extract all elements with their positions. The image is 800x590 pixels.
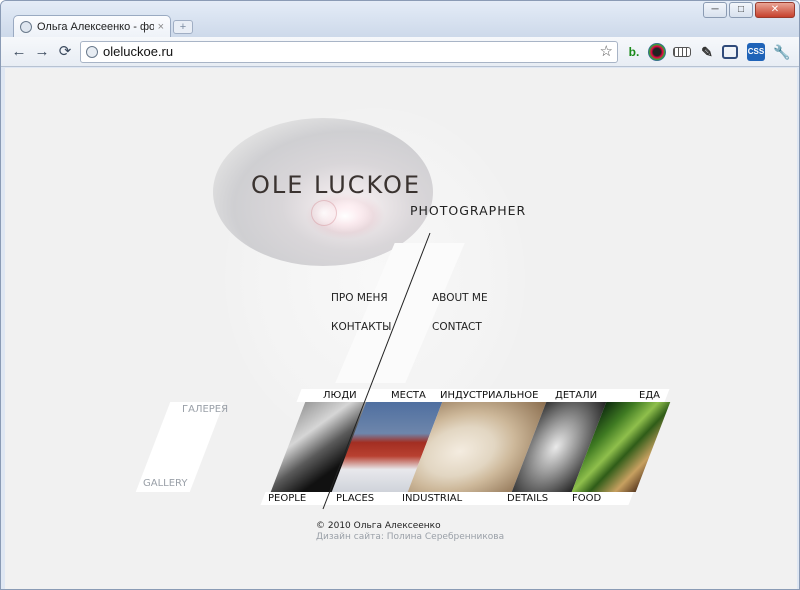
wrench-icon[interactable]: 🔧	[773, 43, 791, 61]
page-content: OLE LUCKOE PHOTOGRAPHER ПРО МЕНЯ КОНТАКТ…	[5, 68, 797, 589]
browser-tab[interactable]: Ольга Алексеенко - фотог ×	[13, 15, 171, 37]
window-controls: ─ □ ✕	[703, 2, 795, 18]
url-text: oleluckoe.ru	[103, 44, 174, 59]
bookmark-star-icon[interactable]: ☆	[600, 42, 613, 62]
screenshot-ext-icon[interactable]	[722, 45, 738, 59]
close-window-button[interactable]: ✕	[755, 2, 795, 18]
reload-button[interactable]: ⟳	[55, 42, 75, 62]
globe-icon	[86, 46, 98, 58]
back-button[interactable]: ←	[9, 42, 29, 62]
bookmark-ext-icon[interactable]: b.	[625, 43, 643, 61]
copyright-text: © 2010 Ольга Алексеенко	[316, 521, 441, 531]
browser-window: Ольга Алексеенко - фотог × + ─ □ ✕ ← → ⟳…	[0, 0, 800, 590]
minimize-button[interactable]: ─	[703, 2, 727, 18]
maximize-button[interactable]: □	[729, 2, 753, 18]
color-ext-icon[interactable]	[648, 43, 666, 61]
close-tab-icon[interactable]: ×	[158, 21, 164, 33]
address-bar[interactable]: oleluckoe.ru ☆	[80, 41, 618, 63]
design-credit-text: Дизайн сайта: Полина Серебренникова	[316, 532, 505, 542]
new-tab-button[interactable]: +	[173, 20, 193, 34]
eyedropper-ext-icon[interactable]: ✎	[698, 43, 716, 61]
globe-icon	[20, 20, 32, 33]
browser-toolbar: ← → ⟳ oleluckoe.ru ☆ b. ✎ CSS 🔧	[1, 37, 799, 67]
diagonal-divider-line	[322, 232, 431, 510]
title-bar: Ольга Алексеенко - фотог × + ─ □ ✕	[1, 1, 799, 37]
tab-title: Ольга Алексеенко - фотог	[37, 20, 154, 33]
forward-button[interactable]: →	[32, 42, 52, 62]
ruler-ext-icon[interactable]	[673, 47, 691, 57]
css-ext-icon[interactable]: CSS	[747, 43, 765, 61]
